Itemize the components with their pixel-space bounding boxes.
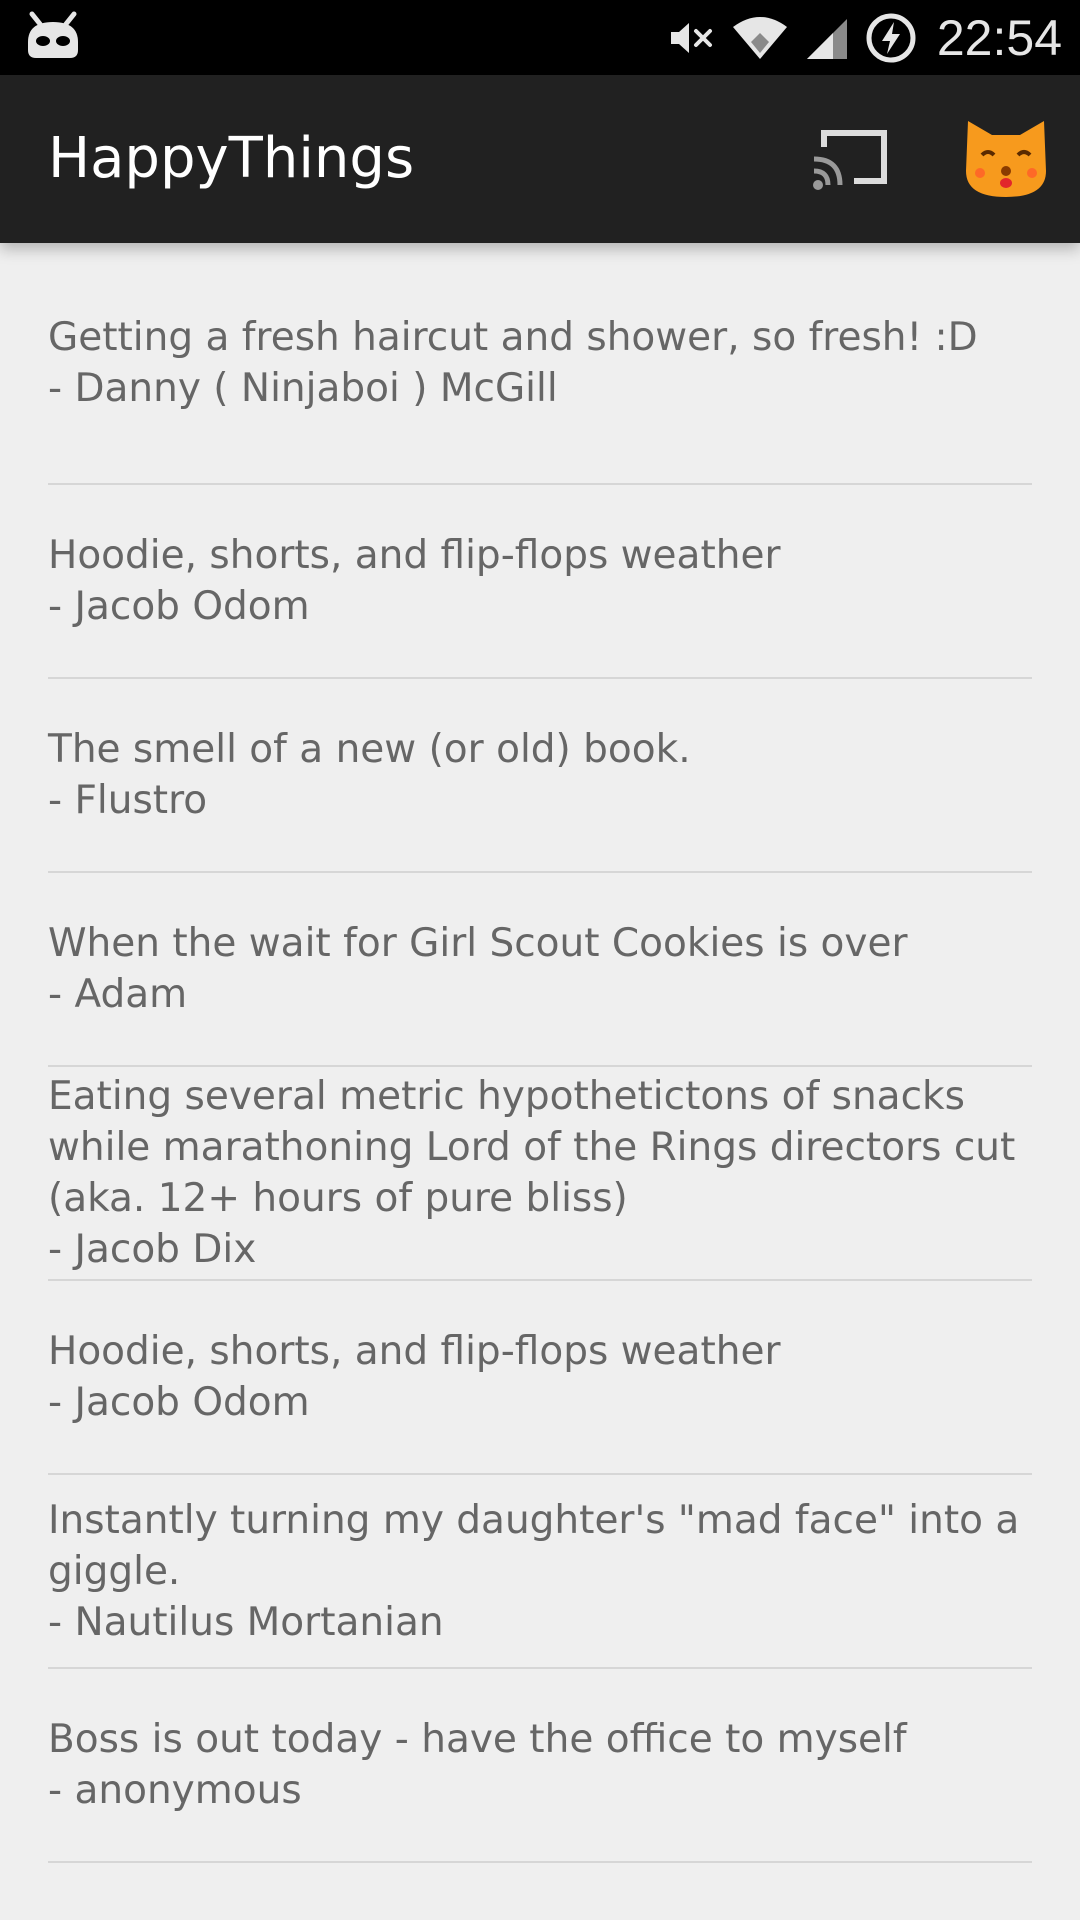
item-author: - anonymous (48, 1768, 302, 1813)
item-text: The smell of a new (or old) book. (48, 727, 691, 772)
cast-icon (813, 130, 887, 190)
mute-icon (670, 22, 712, 53)
status-clock: 22:54 (936, 9, 1062, 66)
list-item[interactable]: When the wait for Girl Scout Cookies is … (48, 873, 1032, 1067)
item-text: Hoodie, shorts, and flip-flops weather (48, 1329, 781, 1374)
happy-things-list: Getting a fresh haircut and shower, so f… (48, 243, 1032, 1863)
android-head-icon (28, 11, 78, 58)
item-text: When the wait for Girl Scout Cookies is … (48, 921, 908, 966)
status-bar: 22:54 (0, 0, 1080, 75)
item-text: Instantly turning my daughter's "mad fac… (48, 1497, 1032, 1594)
app-bar: HappyThings (0, 75, 1080, 243)
cat-face-icon (966, 121, 1046, 197)
item-author: - Jacob Dix (48, 1227, 257, 1272)
cell-signal-icon (806, 18, 847, 59)
list-item[interactable]: The smell of a new (or old) book. - Flus… (48, 679, 1032, 873)
list-item[interactable]: Getting a fresh haircut and shower, so f… (48, 243, 1032, 485)
cat-button[interactable] (962, 117, 1050, 201)
list-item[interactable]: Boss is out today - have the office to m… (48, 1669, 1032, 1863)
item-author: - Adam (48, 972, 188, 1017)
item-author: - Flustro (48, 778, 208, 823)
item-author: - Jacob Odom (48, 584, 310, 629)
item-text: Getting a fresh haircut and shower, so f… (48, 315, 978, 360)
item-text: Hoodie, shorts, and flip-flops weather (48, 533, 781, 578)
list-item[interactable]: Eating several metric hypothetictons of … (48, 1067, 1032, 1281)
app-title: HappyThings (48, 126, 415, 191)
list-item[interactable]: Instantly turning my daughter's "mad fac… (48, 1475, 1032, 1669)
list-item[interactable]: Hoodie, shorts, and flip-flops weather -… (48, 1281, 1032, 1475)
item-author: - Jacob Odom (48, 1380, 310, 1425)
item-author: - Danny ( Ninjaboi ) McGill (48, 366, 558, 411)
item-text: Eating several metric hypothetictons of … (48, 1074, 1028, 1221)
wifi-icon (732, 16, 787, 59)
item-author: - Nautilus Mortanian (48, 1599, 444, 1645)
list-item[interactable]: Hoodie, shorts, and flip-flops weather -… (48, 485, 1032, 679)
battery-charging-icon (866, 13, 916, 62)
cast-button[interactable] (810, 127, 890, 191)
item-text: Boss is out today - have the office to m… (48, 1717, 907, 1762)
